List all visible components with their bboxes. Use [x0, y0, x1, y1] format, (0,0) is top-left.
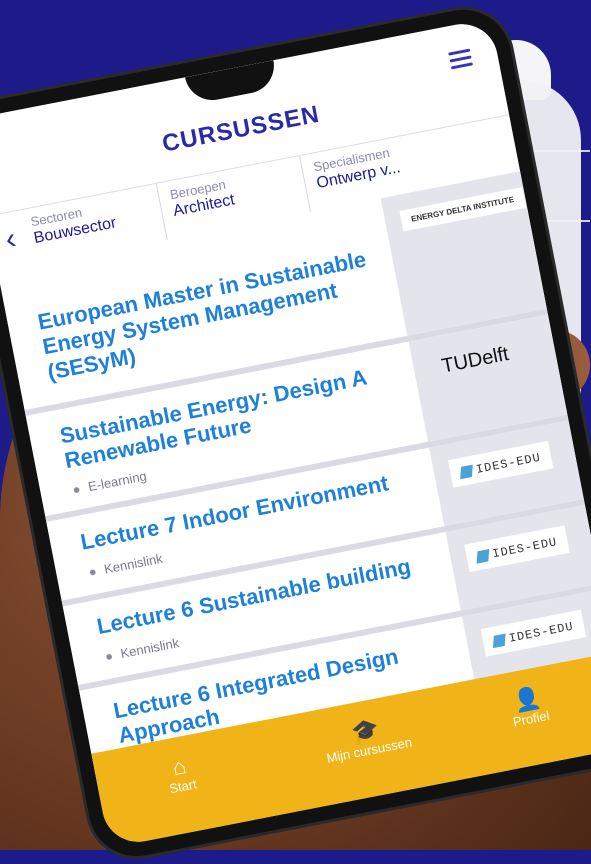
- course-type: ●Kennislink: [104, 635, 181, 664]
- breadcrumb-divider: [299, 155, 312, 214]
- course-type-label: Kennislink: [102, 550, 164, 577]
- breadcrumb-specialismen[interactable]: Specialismen Ontwerp v...: [312, 143, 402, 193]
- phone-frame: CURSUSSEN ‹ Sectoren Bouwsector Beroepen…: [0, 1, 591, 864]
- breadcrumb-divider: [155, 183, 168, 241]
- breadcrumb-sectoren[interactable]: Sectoren Bouwsector: [29, 199, 118, 248]
- provider-name: IDES-EDU: [474, 450, 543, 477]
- phone-screen: CURSUSSEN ‹ Sectoren Bouwsector Beroepen…: [0, 18, 591, 848]
- course-type-label: Kennislink: [119, 635, 181, 662]
- tab-profiel[interactable]: 👤 Profiel: [507, 684, 551, 729]
- provider-logo-area: ENERGY DELTA INSTITUTE: [380, 171, 547, 336]
- provider-name: IDES-EDU: [491, 535, 559, 562]
- edi-logo: ENERGY DELTA INSTITUTE: [399, 187, 526, 232]
- lightbulb-icon: ●: [71, 481, 82, 498]
- lightbulb-icon: ●: [103, 647, 115, 665]
- tab-mijn-cursussen[interactable]: 🎓 Mijn cursussen: [321, 711, 413, 766]
- breadcrumb-beroepen[interactable]: Beroepen Architect: [169, 176, 237, 221]
- course-type: ● E-learning: [71, 468, 148, 497]
- hamburger-menu-icon[interactable]: [448, 48, 474, 74]
- tab-start[interactable]: ⌂ Start: [164, 753, 198, 796]
- course-type: ●Kennislink: [87, 551, 164, 580]
- provider-name: IDES-EDU: [507, 619, 575, 646]
- tudelft-logo: TUDelft: [439, 342, 511, 378]
- course-type-label: E-learning: [86, 468, 148, 495]
- ides-edu-logo: IDES-EDU: [447, 440, 554, 488]
- back-arrow-icon[interactable]: ‹: [3, 222, 19, 256]
- lightbulb-icon: ●: [87, 563, 98, 580]
- ides-edu-logo: IDES-EDU: [464, 525, 570, 573]
- course-list: ENERGY DELTA INSTITUTE European Master i…: [0, 171, 591, 805]
- ides-edu-logo: IDES-EDU: [480, 609, 586, 657]
